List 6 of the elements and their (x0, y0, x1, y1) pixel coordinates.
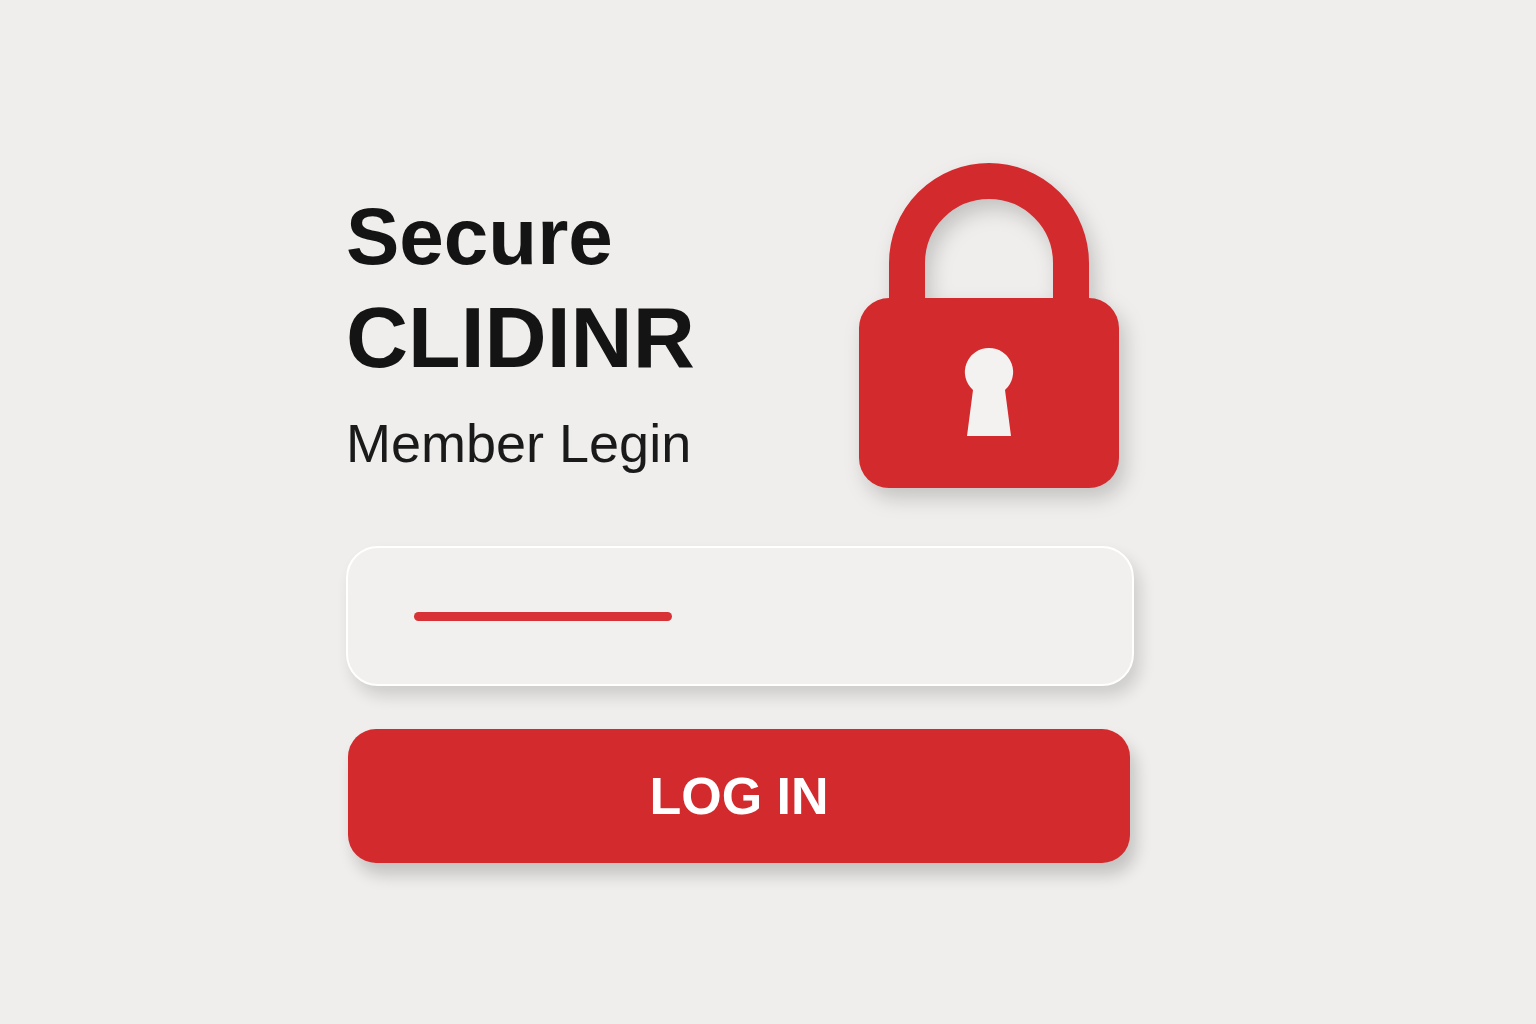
subtitle: Member Legin (346, 412, 693, 475)
login-button[interactable]: LOG IN (348, 729, 1130, 863)
heading-line: CLIDINR (346, 288, 695, 387)
input-field[interactable] (346, 546, 1134, 686)
heading-line: Secure (346, 191, 614, 283)
padlock-icon (859, 163, 1119, 489)
